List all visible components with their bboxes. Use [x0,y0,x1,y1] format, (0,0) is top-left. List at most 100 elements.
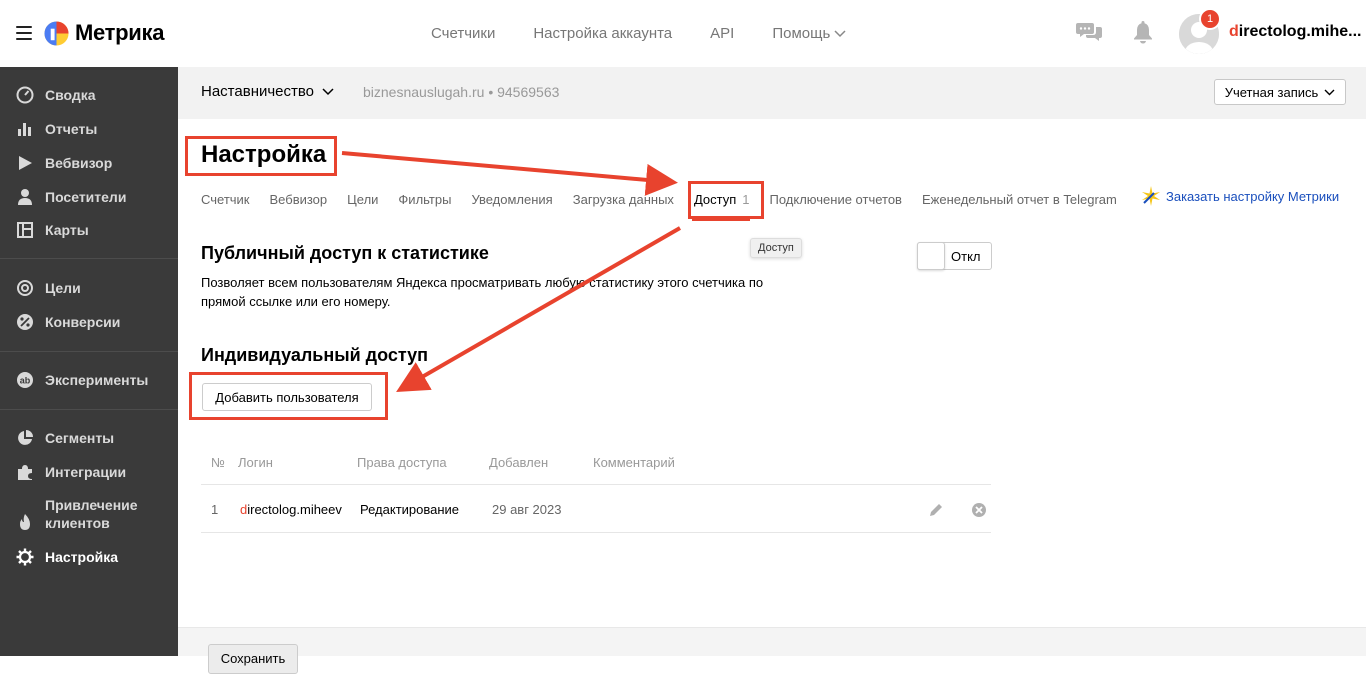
sidebar-item-label: Настройка [45,549,119,565]
map-icon [15,220,35,240]
order-setup-link[interactable]: Заказать настройку Метрики [1140,185,1339,207]
cell-number: 1 [211,502,219,517]
sidebar: Сводка Отчеты Вебвизор Посетители Карты … [0,67,178,656]
footer-bar: Сохранить [178,627,1366,674]
username[interactable]: directolog.mihe... [1229,23,1361,41]
settings-tabs: Счетчик Вебвизор Цели Фильтры Уведомлени… [201,189,1137,221]
username-first-letter: d [1229,23,1239,40]
sidebar-item-summary[interactable]: Сводка [0,86,178,104]
target-icon [15,278,35,298]
chevron-down-icon [834,29,846,37]
sidebar-item-maps[interactable]: Карты [0,221,178,239]
account-button-label: Учетная запись [1224,84,1319,100]
tab-report-connections[interactable]: Подключение отчетов [770,192,902,207]
column-header-login: Логин [238,455,273,470]
chevron-down-icon [322,87,334,95]
sidebar-item-label: Эксперименты [45,372,149,388]
sidebar-divider [0,258,178,259]
sidebar-item-label: Сегменты [45,430,115,446]
sidebar-item-acquisition[interactable]: Привлечение клиентов [0,496,178,532]
account-button[interactable]: Учетная запись [1214,79,1346,105]
sidebar-item-visitors[interactable]: Посетители [0,188,178,206]
ab-icon: ab [15,370,35,390]
individual-access-title: Индивидуальный доступ [201,345,429,365]
play-icon [15,153,35,173]
logo-text: Метрика [75,20,165,45]
dashboard-icon [15,85,35,105]
sidebar-divider [0,351,178,352]
sidebar-item-integrations[interactable]: Интеграции [0,463,178,481]
page-title: Настройка [201,141,327,168]
notification-badge: 1 [1199,8,1221,30]
puzzle-icon [15,462,35,482]
close-icon[interactable] [971,502,987,518]
svg-text:ab: ab [20,376,31,386]
add-user-button[interactable]: Добавить пользователя [202,383,372,411]
cell-added: 29 авг 2023 [492,502,562,517]
counter-bar: Наставничество biznesnauslugah.ru • 9456… [178,67,1366,119]
tab-counter[interactable]: Счетчик [201,192,250,207]
tab-data-upload[interactable]: Загрузка данных [573,192,674,207]
public-access-description: Позволяет всем пользователям Яндекса про… [201,275,764,309]
counter-separator: • [488,84,494,100]
tab-access[interactable]: Доступ 1 [691,191,750,221]
bar-chart-icon [15,119,35,139]
sidebar-item-label: Отчеты [45,121,98,137]
tab-webvisor[interactable]: Вебвизор [270,192,328,207]
column-header-added: Добавлен [489,455,549,470]
pie-icon [15,428,35,448]
public-access-toggle[interactable]: Откл [917,242,992,270]
access-table-header: № Логин Права доступа Добавлен Комментар… [201,455,991,485]
column-header-rights: Права доступа [357,455,447,470]
tab-telegram-report[interactable]: Еженедельный отчет в Telegram [922,192,1117,207]
public-access-title: Публичный доступ к статистике [201,243,489,263]
sidebar-item-reports[interactable]: Отчеты [0,120,178,138]
sidebar-item-goals[interactable]: Цели [0,279,178,297]
metrika-logo-icon [44,20,69,46]
counter-name: Наставничество [201,83,315,100]
sidebar-divider [0,409,178,410]
tab-filters[interactable]: Фильтры [398,192,451,207]
nav-account-settings[interactable]: Настройка аккаунта [533,25,672,42]
nav-api[interactable]: API [710,25,734,42]
sidebar-item-segments[interactable]: Сегменты [0,429,178,447]
toggle-knob [917,242,945,270]
counter-info: biznesnauslugah.ru • 94569563 [363,84,559,100]
counter-id: 94569563 [497,84,560,100]
gear-icon [15,547,35,567]
nav-help-label: Помощь [772,25,831,42]
sidebar-item-webvisor[interactable]: Вебвизор [0,154,178,172]
tab-notifications[interactable]: Уведомления [471,192,552,207]
chat-icon[interactable] [1076,21,1102,43]
chevron-down-icon [1324,89,1335,95]
percent-icon [15,312,35,332]
nav-counters[interactable]: Счетчики [431,25,495,42]
bell-icon[interactable] [1133,20,1153,44]
sidebar-item-conversions[interactable]: Конверсии [0,313,178,331]
menu-icon[interactable] [16,26,32,40]
sidebar-item-label: Конверсии [45,314,121,330]
counter-site: biznesnauslugah.ru [363,84,485,100]
sidebar-item-label: Цели [45,280,81,296]
save-button[interactable]: Сохранить [208,644,298,674]
sparkle-wand-icon [1142,186,1160,206]
table-row: 1 directolog.miheev Редактирование 29 ав… [201,485,991,533]
pencil-icon[interactable] [928,502,944,518]
tab-access-label: Доступ [693,191,737,207]
sidebar-item-label: Сводка [45,87,96,103]
counter-selector[interactable]: Наставничество [201,83,334,100]
cell-login: directolog.miheev [240,502,342,517]
login-rest: irectolog.miheev [247,502,342,517]
sidebar-item-experiments[interactable]: ab Эксперименты [0,371,178,389]
tab-goals[interactable]: Цели [347,192,378,207]
sidebar-item-label: Вебвизор [45,155,113,171]
column-header-comment: Комментарий [593,455,675,470]
fire-icon [15,512,35,532]
tab-access-count: 1 [742,191,750,207]
logo[interactable]: Метрика [44,20,164,46]
user-icon [15,187,35,207]
nav-help[interactable]: Помощь [772,25,846,42]
column-header-number: № [211,455,225,470]
sidebar-item-settings[interactable]: Настройка [0,548,178,566]
cell-rights: Редактирование [360,502,460,517]
